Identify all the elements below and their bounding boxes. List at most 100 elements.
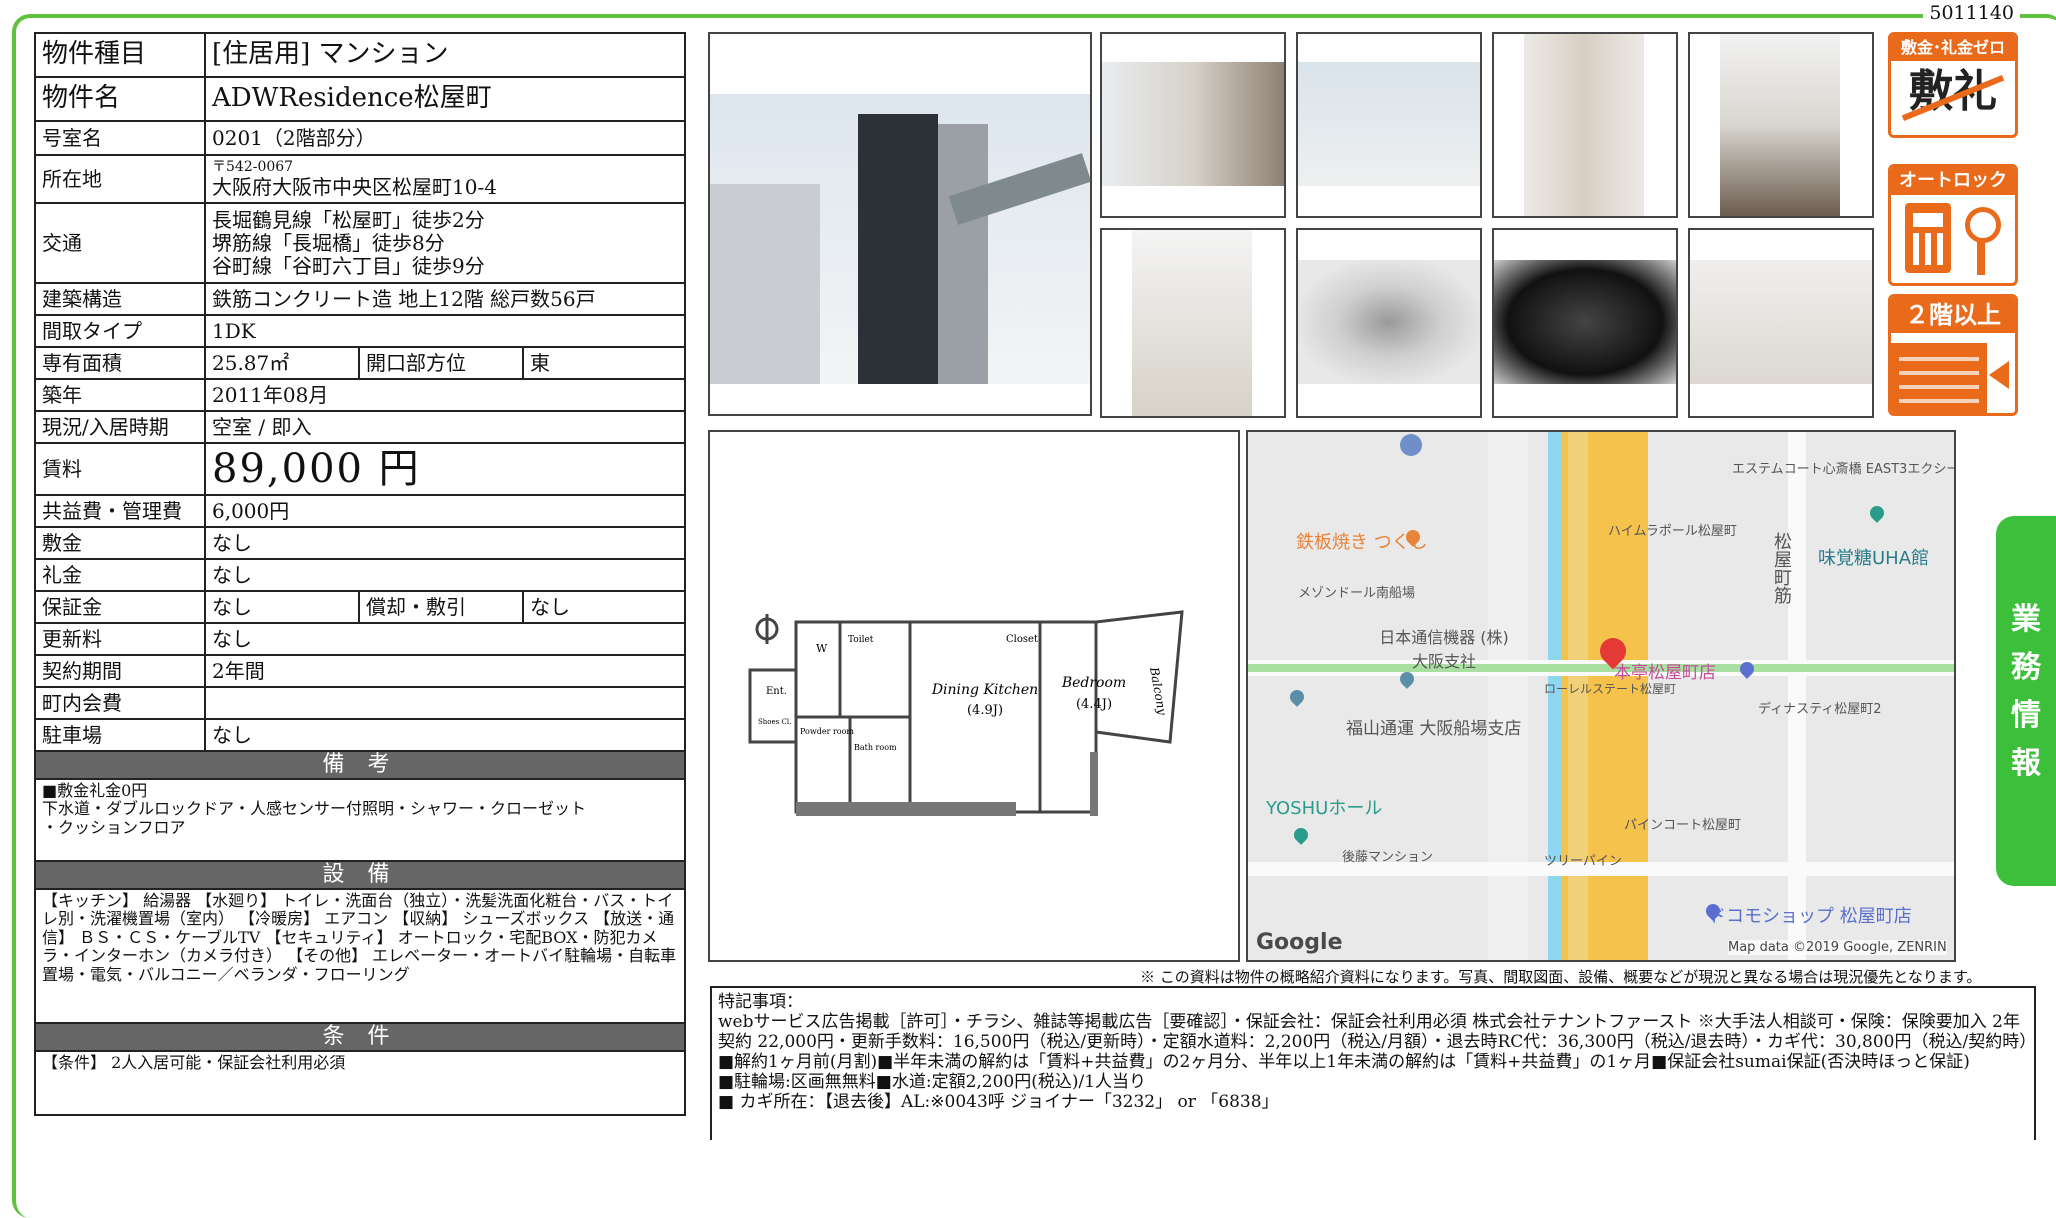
dining-kitchen-label: Dining Kitchen (931, 682, 1038, 698)
equipment-title: 設 備 (34, 860, 686, 890)
special-notes-line: ■駐輪場:区画無無料■水道:定額2,200円(税込)/1人当り (718, 1072, 1147, 1093)
built-value: 2011年08月 (204, 378, 686, 412)
remarks-line: ・クッションフロア (42, 817, 186, 837)
room-value: 0201（2階部分） (204, 120, 686, 156)
dining-kitchen-size: (4.9J) (967, 703, 1003, 718)
name-label: 物件名 (34, 76, 206, 122)
transport-line: 長堀鶴見線「松屋町」徒歩2分 (212, 207, 485, 232)
business-info-tab[interactable]: 業 務 情 報 (1996, 516, 2056, 886)
special-notes: 特記事項： webサービス広告掲載［許可］・チラシ、雑誌等掲載広告［要確認］・保… (710, 986, 2036, 1140)
structure-label: 建築構造 (34, 282, 206, 316)
bedroom-label: Bedroom (1061, 675, 1126, 691)
transport-line: 堺筋線「長堀橋」徒歩8分 (212, 230, 445, 255)
term-value: 2年間 (204, 654, 686, 688)
hall-pin-icon (1291, 825, 1311, 845)
room-photo (1100, 228, 1286, 418)
map-label: 味覚糖UHA館 (1818, 548, 1930, 569)
guarantee-value: なし (204, 590, 360, 624)
map-label: 後藤マンション (1342, 850, 1434, 865)
special-notes-line: ■解約1ヶ月前(月割)■半年未満の解約は「賃料+共益費」の2ヶ月分、半年以上1年… (718, 1052, 1970, 1073)
remarks-line: ■敷金礼金0円 (42, 781, 148, 800)
special-notes-line: ■ カギ所在：【退去後】AL:※0043呼 ジョイナー「3232」 or 「68… (718, 1092, 1279, 1113)
badge-second-floor-label: ２階以上 (1891, 297, 2015, 333)
map-label: ハイムラポール松屋町 (1608, 524, 1737, 539)
side-tab-char: 務 (2011, 650, 2041, 685)
map-credit: Map data ©2019 Google, ZENRIN (1728, 940, 1947, 955)
layout-label: 間取タイプ (34, 314, 206, 348)
balcony-label: Balcony (1147, 665, 1169, 716)
washer-label: W (816, 642, 828, 655)
room-photo (1688, 228, 1874, 418)
room-photo (1296, 32, 1482, 218)
bedroom-size: (4.4J) (1076, 697, 1112, 712)
map-label: YOSHUホール (1266, 798, 1383, 819)
badge-no-deposit: 敷金･礼金ゼロ 敷礼 (1888, 32, 2018, 138)
deposit-value: なし (204, 526, 686, 560)
map-label: 日本通信機器 (株) 大阪支社 (1379, 628, 1509, 671)
fee-label: 共益費・管理費 (34, 494, 206, 528)
parking-icon (1400, 434, 1422, 456)
map-label: ローレルステート松屋町 (1544, 682, 1677, 696)
room-photo (1688, 32, 1874, 218)
remarks-line: 下水道・ダブルロックドア・人感センサー付照明・シャワー・クローゼット (42, 799, 587, 819)
closet-label: Closet (1006, 634, 1038, 645)
badge-no-deposit-label: 敷金･礼金ゼロ (1891, 35, 2015, 61)
building-icon (1891, 333, 2015, 413)
area-value: 25.87㎡ (204, 346, 360, 380)
area-label: 専有面積 (34, 346, 206, 380)
disclaimer: ※ この資料は物件の概略紹介資料になります。写真、間取図面、設備、概要などが現況… (1140, 968, 1982, 986)
building-photo (708, 32, 1092, 416)
autolock-icon (1891, 195, 2015, 279)
facing-label: 開口部方位 (358, 346, 524, 380)
google-logo: Google (1256, 930, 1343, 955)
town-fee-label: 町内会費 (34, 686, 206, 720)
facing-value: 東 (522, 346, 686, 380)
office-pin-icon (1287, 687, 1307, 707)
deposit-label: 敷金 (34, 526, 206, 560)
parking-value: なし (204, 718, 686, 752)
room-photo (1492, 32, 1678, 218)
badge-autolock-label: オートロック (1891, 167, 2015, 195)
map-label: メゾンドール南船場 (1298, 586, 1416, 601)
rent-value: 89,000 円 (204, 442, 686, 496)
type-value: [住居用] マンション (204, 32, 686, 78)
built-label: 築年 (34, 378, 206, 412)
map-label: エステムコート心斎橋 EAST3エクシード (1732, 462, 1956, 477)
room-label: 号室名 (34, 120, 206, 156)
parking-label: 駐車場 (34, 718, 206, 752)
postal-code: 〒542-0067 (212, 159, 294, 176)
entrance-label: Ent. (766, 686, 787, 697)
key-money-value: なし (204, 558, 686, 592)
room-photo (1100, 32, 1286, 218)
area-map[interactable]: エステムコート心斎橋 EAST3エクシード ハイムラポール松屋町 鉄板焼き つく… (1246, 430, 1956, 962)
map-label: パインコート松屋町 (1624, 818, 1742, 833)
remarks-title: 備 考 (34, 750, 686, 780)
powder-room-label: Powder room (800, 727, 854, 736)
map-label: ドコモショップ 松屋町店 (1708, 906, 1912, 927)
floorplan: Dining Kitchen (4.9J) Bedroom (4.4J) Bal… (708, 430, 1240, 962)
amort-value: なし (522, 590, 686, 624)
layout-value: 1DK (204, 314, 686, 348)
map-label: 松屋町筋 (1771, 532, 1792, 604)
town-fee-value (204, 686, 686, 720)
property-name: ADWResidence松屋町 (204, 76, 686, 122)
renewal-value: なし (204, 622, 686, 656)
side-tab-char: 業 (2011, 602, 2041, 637)
conditions-text: 【条件】 2人入居可能・保証会社利用必須 (34, 1050, 686, 1116)
guarantee-label: 保証金 (34, 590, 206, 624)
term-label: 契約期間 (34, 654, 206, 688)
badge-autolock: オートロック (1888, 164, 2018, 286)
bath-room-label: Bath room (854, 743, 897, 752)
type-label: 物件種目 (34, 32, 206, 78)
map-label: 福山通運 大阪船場支店 (1346, 719, 1522, 739)
map-label: ツリーパイン (1544, 854, 1622, 869)
transport-line: 谷町線「谷町六丁目」徒歩9分 (212, 253, 485, 278)
equipment-text: 【キッチン】 給湯器 【水廻り】 トイレ・洗面台（独立）・洗髪洗面化粧台・バス・… (34, 888, 686, 1024)
status-label: 現況/入居時期 (34, 410, 206, 444)
special-notes-line: webサービス広告掲載［許可］・チラシ、雑誌等掲載広告［要確認］・保証会社：保証… (718, 1012, 2037, 1053)
floorplan-drawing: Dining Kitchen (4.9J) Bedroom (4.4J) Bal… (748, 610, 1184, 816)
amort-label: 償却・敷引 (358, 590, 524, 624)
shoes-closet-label: Shoes Cl. (758, 718, 791, 726)
map-label: ディナスティ松屋町2 (1758, 702, 1882, 717)
key-money-label: 礼金 (34, 558, 206, 592)
